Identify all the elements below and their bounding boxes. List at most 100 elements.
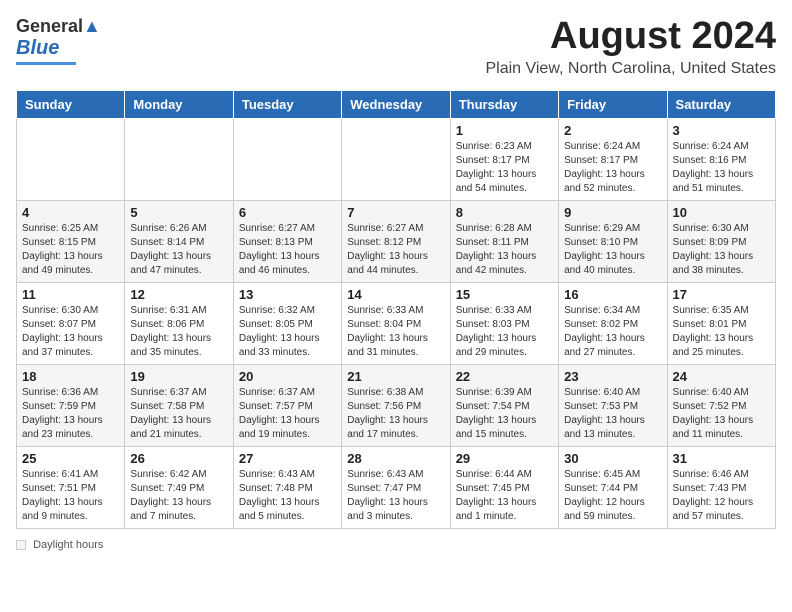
calendar-cell	[342, 118, 450, 200]
logo-underline	[16, 62, 76, 65]
calendar-week-4: 18Sunrise: 6:36 AM Sunset: 7:59 PM Dayli…	[17, 364, 776, 446]
calendar-cell: 27 Sunrise: 6:43 AM Sunset: 7:48 PM Dayli…	[233, 446, 341, 528]
day-number: 6	[239, 205, 336, 220]
day-detail: Sunrise: 6:25 AM Sunset: 8:15 PM Dayligh…	[22, 222, 119, 278]
day-detail: Sunrise: 6:43 AM Sunset: 7:48 PM Dayligh…	[239, 468, 336, 524]
footer: Daylight hours	[16, 539, 776, 551]
day-detail: Sunrise: 6:43 AM Sunset: 7:47 PM Dayligh…	[347, 468, 444, 524]
calendar-cell: 18Sunrise: 6:36 AM Sunset: 7:59 PM Dayli…	[17, 364, 125, 446]
calendar-header-wednesday: Wednesday	[342, 90, 450, 118]
day-number: 10	[673, 205, 770, 220]
day-detail: Sunrise: 6:27 AM Sunset: 8:12 PM Dayligh…	[347, 222, 444, 278]
day-number: 23	[564, 369, 661, 384]
daylight-indicator	[16, 540, 26, 550]
day-number: 25	[22, 451, 119, 466]
day-number: 5	[130, 205, 227, 220]
calendar-week-1: 1 Sunrise: 6:23 AM Sunset: 8:17 PM Daylig…	[17, 118, 776, 200]
page-header: General▲ Blue August 2024 Plain View, No…	[16, 16, 776, 78]
calendar-cell: 26 Sunrise: 6:42 AM Sunset: 7:49 PM Dayli…	[125, 446, 233, 528]
calendar-cell: 11 Sunrise: 6:30 AM Sunset: 8:07 PM Dayli…	[17, 282, 125, 364]
calendar-cell: 31Sunrise: 6:46 AM Sunset: 7:43 PM Dayli…	[667, 446, 775, 528]
day-detail: Sunrise: 6:29 AM Sunset: 8:10 PM Dayligh…	[564, 222, 661, 278]
day-number: 28	[347, 451, 444, 466]
day-number: 16	[564, 287, 661, 302]
calendar-cell: 29 Sunrise: 6:44 AM Sunset: 7:45 PM Dayli…	[450, 446, 558, 528]
day-number: 27	[239, 451, 336, 466]
calendar-header-sunday: Sunday	[17, 90, 125, 118]
calendar-header-monday: Monday	[125, 90, 233, 118]
day-number: 8	[456, 205, 553, 220]
day-detail: Sunrise: 6:40 AM Sunset: 7:53 PM Dayligh…	[564, 386, 661, 442]
calendar-cell: 22 Sunrise: 6:39 AM Sunset: 7:54 PM Dayli…	[450, 364, 558, 446]
day-detail: Sunrise: 6:44 AM Sunset: 7:45 PM Dayligh…	[456, 468, 553, 524]
calendar-cell: 5 Sunrise: 6:26 AM Sunset: 8:14 PM Daylig…	[125, 200, 233, 282]
calendar-cell: 25Sunrise: 6:41 AM Sunset: 7:51 PM Dayli…	[17, 446, 125, 528]
day-number: 22	[456, 369, 553, 384]
calendar-cell: 1 Sunrise: 6:23 AM Sunset: 8:17 PM Daylig…	[450, 118, 558, 200]
day-detail: Sunrise: 6:23 AM Sunset: 8:17 PM Dayligh…	[456, 140, 553, 196]
logo-text: General▲	[16, 16, 101, 38]
day-detail: Sunrise: 6:33 AM Sunset: 8:03 PM Dayligh…	[456, 304, 553, 360]
calendar-table: SundayMondayTuesdayWednesdayThursdayFrid…	[16, 90, 776, 529]
day-number: 19	[130, 369, 227, 384]
calendar-cell: 4Sunrise: 6:25 AM Sunset: 8:15 PM Daylig…	[17, 200, 125, 282]
day-detail: Sunrise: 6:33 AM Sunset: 8:04 PM Dayligh…	[347, 304, 444, 360]
day-number: 17	[673, 287, 770, 302]
day-detail: Sunrise: 6:37 AM Sunset: 7:58 PM Dayligh…	[130, 386, 227, 442]
day-number: 26	[130, 451, 227, 466]
day-detail: Sunrise: 6:24 AM Sunset: 8:17 PM Dayligh…	[564, 140, 661, 196]
day-detail: Sunrise: 6:39 AM Sunset: 7:54 PM Dayligh…	[456, 386, 553, 442]
calendar-cell: 13 Sunrise: 6:32 AM Sunset: 8:05 PM Dayli…	[233, 282, 341, 364]
calendar-header-saturday: Saturday	[667, 90, 775, 118]
day-number: 30	[564, 451, 661, 466]
calendar-cell	[17, 118, 125, 200]
calendar-cell: 30 Sunrise: 6:45 AM Sunset: 7:44 PM Dayli…	[559, 446, 667, 528]
title-block: August 2024 Plain View, North Carolina, …	[485, 16, 776, 78]
day-number: 9	[564, 205, 661, 220]
day-number: 24	[673, 369, 770, 384]
calendar-cell: 2 Sunrise: 6:24 AM Sunset: 8:17 PM Daylig…	[559, 118, 667, 200]
calendar-cell	[125, 118, 233, 200]
daylight-label: Daylight hours	[33, 539, 103, 551]
day-detail: Sunrise: 6:35 AM Sunset: 8:01 PM Dayligh…	[673, 304, 770, 360]
day-detail: Sunrise: 6:32 AM Sunset: 8:05 PM Dayligh…	[239, 304, 336, 360]
day-detail: Sunrise: 6:46 AM Sunset: 7:43 PM Dayligh…	[673, 468, 770, 524]
calendar-cell: 9 Sunrise: 6:29 AM Sunset: 8:10 PM Daylig…	[559, 200, 667, 282]
calendar-cell: 17 Sunrise: 6:35 AM Sunset: 8:01 PM Dayli…	[667, 282, 775, 364]
calendar-cell: 19 Sunrise: 6:37 AM Sunset: 7:58 PM Dayli…	[125, 364, 233, 446]
day-number: 12	[130, 287, 227, 302]
day-number: 21	[347, 369, 444, 384]
day-number: 13	[239, 287, 336, 302]
main-title: August 2024	[485, 16, 776, 58]
calendar-cell: 21 Sunrise: 6:38 AM Sunset: 7:56 PM Dayli…	[342, 364, 450, 446]
day-number: 11	[22, 287, 119, 302]
day-detail: Sunrise: 6:30 AM Sunset: 8:09 PM Dayligh…	[673, 222, 770, 278]
day-number: 14	[347, 287, 444, 302]
day-detail: Sunrise: 6:30 AM Sunset: 8:07 PM Dayligh…	[22, 304, 119, 360]
calendar-cell: 8Sunrise: 6:28 AM Sunset: 8:11 PM Daylig…	[450, 200, 558, 282]
calendar-cell: 12 Sunrise: 6:31 AM Sunset: 8:06 PM Dayli…	[125, 282, 233, 364]
day-number: 1	[456, 123, 553, 138]
day-detail: Sunrise: 6:37 AM Sunset: 7:57 PM Dayligh…	[239, 386, 336, 442]
calendar-header-tuesday: Tuesday	[233, 90, 341, 118]
calendar-header-row: SundayMondayTuesdayWednesdayThursdayFrid…	[17, 90, 776, 118]
day-detail: Sunrise: 6:26 AM Sunset: 8:14 PM Dayligh…	[130, 222, 227, 278]
calendar-cell: 10 Sunrise: 6:30 AM Sunset: 8:09 PM Dayli…	[667, 200, 775, 282]
day-number: 29	[456, 451, 553, 466]
day-detail: Sunrise: 6:42 AM Sunset: 7:49 PM Dayligh…	[130, 468, 227, 524]
calendar-cell: 7Sunrise: 6:27 AM Sunset: 8:12 PM Daylig…	[342, 200, 450, 282]
calendar-cell: 6 Sunrise: 6:27 AM Sunset: 8:13 PM Daylig…	[233, 200, 341, 282]
calendar-cell: 20 Sunrise: 6:37 AM Sunset: 7:57 PM Dayli…	[233, 364, 341, 446]
day-detail: Sunrise: 6:27 AM Sunset: 8:13 PM Dayligh…	[239, 222, 336, 278]
calendar-cell: 3Sunrise: 6:24 AM Sunset: 8:16 PM Daylig…	[667, 118, 775, 200]
calendar-header-thursday: Thursday	[450, 90, 558, 118]
subtitle: Plain View, North Carolina, United State…	[485, 60, 776, 78]
day-detail: Sunrise: 6:31 AM Sunset: 8:06 PM Dayligh…	[130, 304, 227, 360]
day-number: 2	[564, 123, 661, 138]
calendar-cell: 14 Sunrise: 6:33 AM Sunset: 8:04 PM Dayli…	[342, 282, 450, 364]
day-detail: Sunrise: 6:38 AM Sunset: 7:56 PM Dayligh…	[347, 386, 444, 442]
day-number: 15	[456, 287, 553, 302]
calendar-week-2: 4Sunrise: 6:25 AM Sunset: 8:15 PM Daylig…	[17, 200, 776, 282]
day-number: 20	[239, 369, 336, 384]
day-detail: Sunrise: 6:45 AM Sunset: 7:44 PM Dayligh…	[564, 468, 661, 524]
